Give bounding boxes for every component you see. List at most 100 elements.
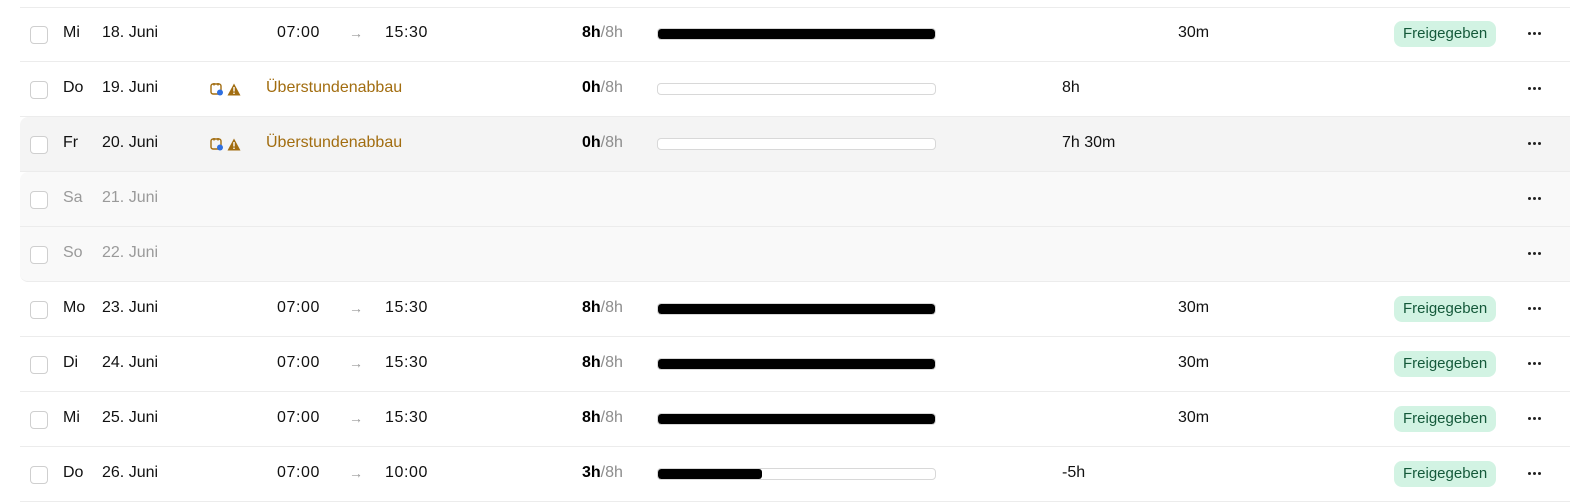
table-row[interactable]: Mi 18. Juni 07:00 → 15:30 8h/8h 30m Frei… — [20, 7, 1570, 62]
progress-bar — [657, 358, 936, 370]
start-time[interactable]: 07:00 — [277, 354, 320, 372]
target-hours: /8h — [600, 299, 623, 316]
start-time[interactable]: 07:00 — [277, 464, 320, 482]
date-label: 24. Juni — [102, 354, 159, 371]
pause-duration: 30m — [1178, 409, 1210, 426]
arrow-right-icon: → — [349, 25, 363, 41]
end-time[interactable]: 15:30 — [385, 299, 428, 317]
target-hours: /8h — [600, 24, 623, 41]
absence-icons — [210, 137, 241, 151]
hours-summary: 8h/8h — [582, 354, 623, 372]
worked-hours: 3h — [582, 464, 601, 481]
progress-bar — [657, 413, 936, 425]
more-horizontal-icon[interactable] — [1526, 188, 1542, 208]
worked-hours: 8h — [582, 24, 601, 41]
row-checkbox[interactable] — [30, 411, 48, 429]
row-checkbox[interactable] — [30, 301, 48, 319]
weekday-label: Mi — [63, 24, 80, 41]
arrow-right-icon: → — [349, 465, 363, 481]
date-label: 26. Juni — [102, 464, 159, 481]
progress-bar — [657, 28, 936, 40]
hours-summary: 3h/8h — [582, 464, 623, 482]
end-time[interactable]: 15:30 — [385, 409, 428, 427]
start-time[interactable]: 07:00 — [277, 409, 320, 427]
target-hours: /8h — [600, 464, 623, 481]
row-checkbox[interactable] — [30, 191, 48, 209]
pause-duration: 30m — [1178, 354, 1210, 371]
row-checkbox[interactable] — [30, 81, 48, 99]
more-horizontal-icon[interactable] — [1526, 23, 1542, 43]
target-hours: /8h — [600, 79, 623, 96]
row-checkbox[interactable] — [30, 136, 48, 154]
table-row[interactable]: Di 24. Juni 07:00 → 15:30 8h/8h 30m Frei… — [20, 337, 1570, 392]
weekday-label: Fr — [63, 134, 79, 151]
more-horizontal-icon[interactable] — [1526, 78, 1542, 98]
absence-reason: Überstundenabbau — [266, 79, 403, 96]
row-checkbox[interactable] — [30, 466, 48, 484]
date-label: 22. Juni — [102, 244, 159, 261]
start-time[interactable]: 07:00 — [277, 24, 320, 42]
table-row[interactable]: So 22. Juni — [20, 227, 1570, 282]
status-badge: Freigegeben — [1394, 296, 1497, 322]
date-label: 23. Juni — [102, 299, 159, 316]
start-time[interactable]: 07:00 — [277, 299, 320, 317]
absence-icons — [210, 82, 241, 96]
more-horizontal-icon[interactable] — [1526, 133, 1542, 153]
target-hours: /8h — [600, 354, 623, 371]
table-row[interactable]: Do 26. Juni 07:00 → 10:00 3h/8h -5h Frei… — [20, 447, 1570, 502]
weekday-label: So — [63, 244, 83, 261]
table-row[interactable]: Mo 23. Juni 07:00 → 15:30 8h/8h 30m Frei… — [20, 282, 1570, 337]
table-row[interactable]: Do 19. Juni Überstundenabbau 0h/8h 8h — [20, 62, 1570, 117]
progress-bar — [657, 83, 936, 95]
status-badge: Freigegeben — [1394, 406, 1497, 432]
hours-difference: 8h — [1062, 79, 1080, 96]
table-row[interactable]: Sa 21. Juni — [20, 172, 1570, 227]
target-hours: /8h — [600, 409, 623, 426]
worked-hours: 0h — [582, 134, 601, 151]
more-horizontal-icon[interactable] — [1526, 243, 1542, 263]
more-horizontal-icon[interactable] — [1526, 408, 1542, 428]
status-badge: Freigegeben — [1394, 461, 1497, 487]
table-row[interactable]: Fr 20. Juni Überstundenabbau 0h/8h 7h 30… — [20, 117, 1570, 172]
hours-summary: 8h/8h — [582, 409, 623, 427]
end-time[interactable]: 15:30 — [385, 354, 428, 372]
arrow-right-icon: → — [349, 410, 363, 426]
row-checkbox[interactable] — [30, 356, 48, 374]
row-checkbox[interactable] — [30, 246, 48, 264]
calendar-icon — [210, 138, 223, 151]
worked-hours: 0h — [582, 79, 601, 96]
progress-bar-fill — [658, 469, 762, 479]
hours-difference: -5h — [1062, 464, 1086, 481]
worked-hours: 8h — [582, 409, 601, 426]
calendar-icon — [210, 83, 223, 96]
status-badge: Freigegeben — [1394, 21, 1497, 47]
absence-reason: Überstundenabbau — [266, 134, 403, 151]
progress-bar-fill — [658, 304, 935, 314]
date-label: 18. Juni — [102, 24, 159, 41]
time-entries-table: Mi 18. Juni 07:00 → 15:30 8h/8h 30m Frei… — [20, 7, 1570, 502]
hours-summary: 8h/8h — [582, 24, 623, 42]
more-horizontal-icon[interactable] — [1526, 298, 1542, 318]
arrow-right-icon: → — [349, 355, 363, 371]
pause-duration: 30m — [1178, 24, 1210, 41]
arrow-right-icon: → — [349, 300, 363, 316]
row-checkbox[interactable] — [30, 26, 48, 44]
more-horizontal-icon[interactable] — [1526, 353, 1542, 373]
pause-duration: 30m — [1178, 299, 1210, 316]
weekday-label: Sa — [63, 189, 83, 206]
table-row[interactable]: Mi 25. Juni 07:00 → 15:30 8h/8h 30m Frei… — [20, 392, 1570, 447]
hours-difference: 7h 30m — [1062, 134, 1116, 151]
progress-bar-fill — [658, 29, 935, 39]
date-label: 19. Juni — [102, 79, 159, 96]
date-label: 21. Juni — [102, 189, 159, 206]
end-time[interactable]: 15:30 — [385, 24, 428, 42]
warning-icon — [227, 138, 241, 150]
end-time[interactable]: 10:00 — [385, 464, 428, 482]
weekday-label: Do — [63, 464, 84, 481]
target-hours: /8h — [600, 134, 623, 151]
progress-bar-fill — [658, 359, 935, 369]
hours-summary: 0h/8h — [582, 134, 623, 152]
progress-bar — [657, 468, 936, 480]
progress-bar-fill — [658, 414, 935, 424]
more-horizontal-icon[interactable] — [1526, 463, 1542, 483]
